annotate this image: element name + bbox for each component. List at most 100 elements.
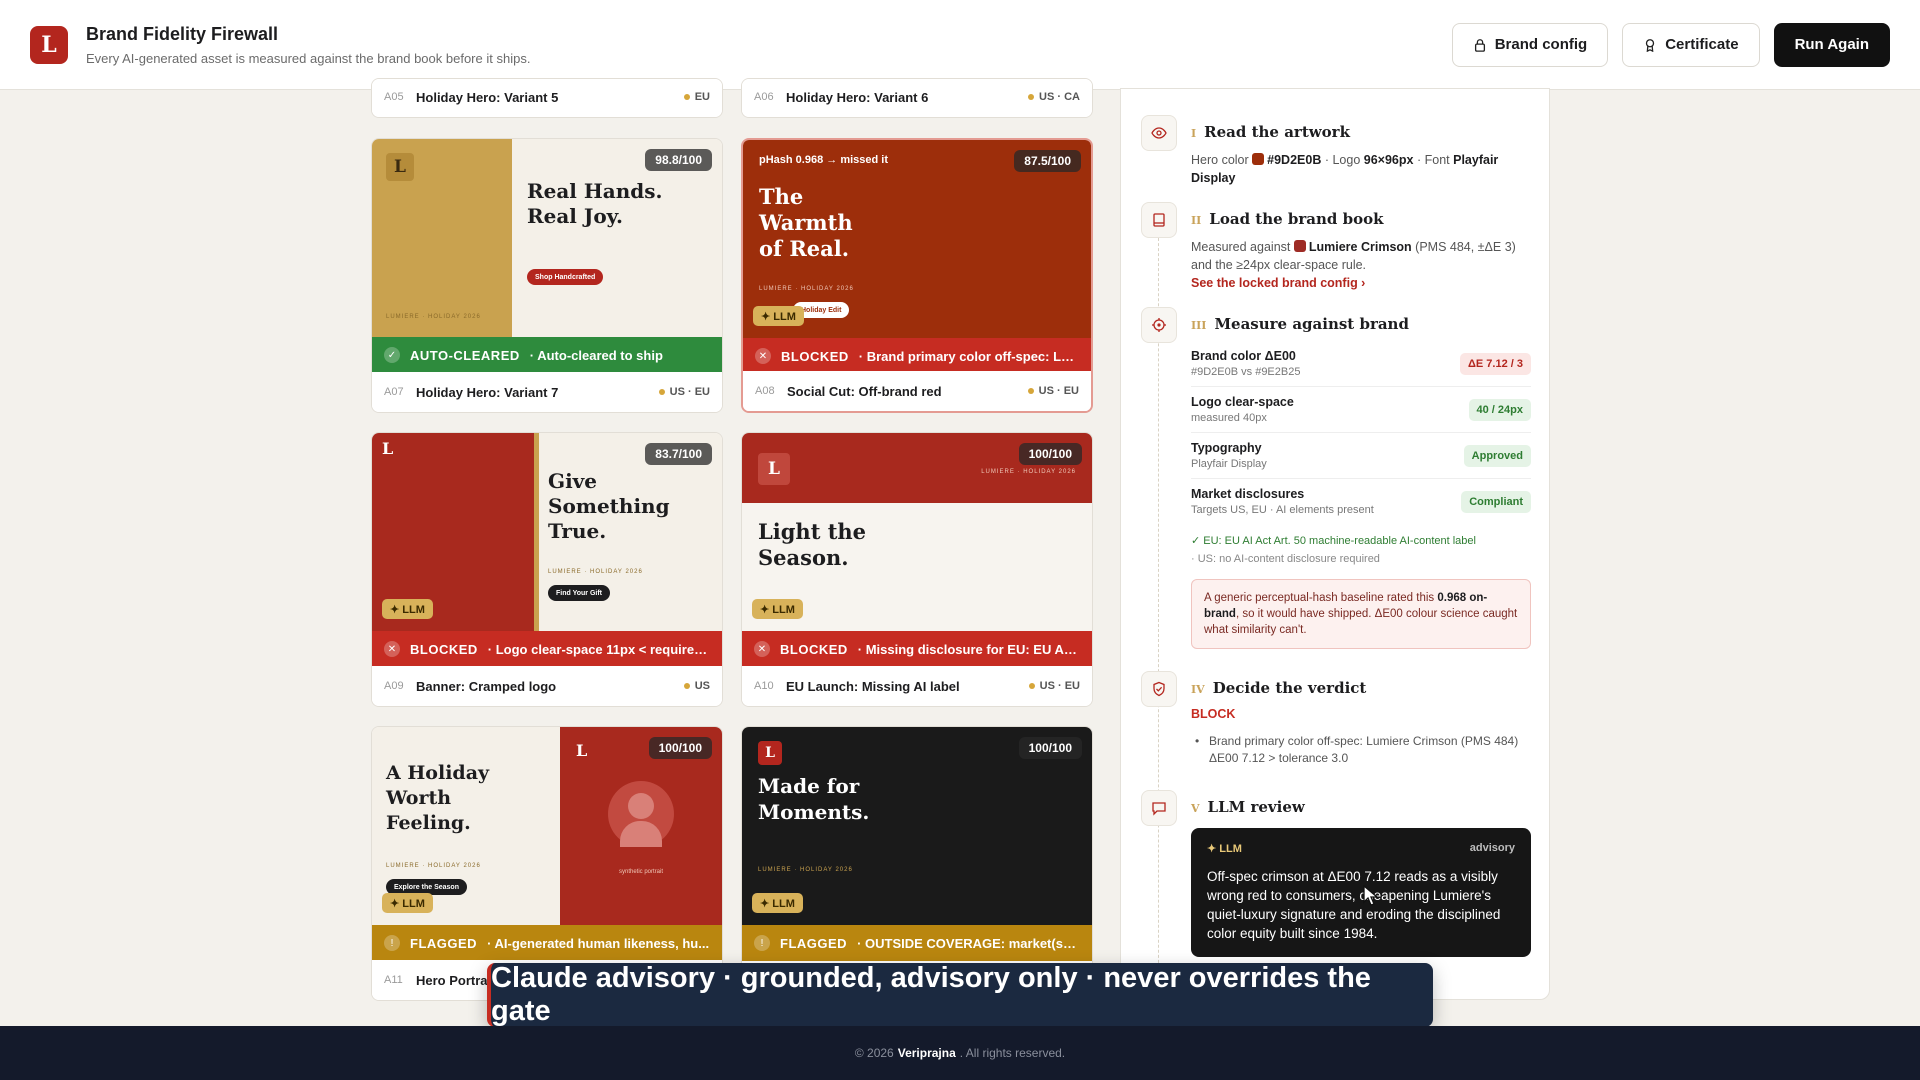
award-icon [1646,38,1655,52]
score-badge: 87.5/100 [1014,150,1081,172]
llm-review-box: ✦ LLM advisory Off-spec crimson at ΔE00 … [1191,828,1531,957]
book-icon [1141,202,1177,238]
step-body: IV Decide the verdict BLOCK Brand primary… [1191,679,1531,767]
measurement-row: Brand color ΔE00 #9D2E0B vs #9E2B25 ΔE 7.… [1191,341,1531,387]
brand-config-link[interactable]: See the locked brand config › [1191,276,1531,290]
advisory-label: advisory [1469,842,1515,854]
asset-card-a07[interactable]: L Real Hands. Real Joy. Shop Handcrafted… [371,138,723,413]
asset-name: Hero Portrait [416,972,496,988]
llm-badge: ✦ LLM [753,306,804,326]
step-title: I Read the artwork [1191,123,1531,141]
x-icon: ✕ [755,348,771,364]
measurement-list: Brand color ΔE00 #9D2E0B vs #9E2B25 ΔE 7.… [1191,341,1531,524]
measurement-row: Market disclosures Targets US, EU · AI el… [1191,479,1531,524]
asset-name: Holiday Hero: Variant 7 [416,384,559,400]
art-headline: Light the Season. [758,519,867,570]
asset-name: EU Launch: Missing AI label [786,678,960,694]
verdict-panel: I Read the artwork Hero color #9D2E0B · L… [1120,88,1550,1000]
card-footer: A07 Holiday Hero: Variant 7 US · EU [372,372,722,412]
art-divider [534,433,539,631]
asset-card-a12[interactable]: L Made for Moments. LUMIERE · HOLIDAY 20… [741,726,1093,1001]
asset-card-a08[interactable]: pHash 0.968 → missed it The Warmth of Re… [741,138,1093,413]
measurement-name: Typography [1191,441,1262,455]
asset-id: A07 [384,386,404,398]
brand-config-button[interactable]: Brand config [1451,22,1609,67]
step-title: III Measure against brand [1191,315,1531,333]
measurement-name: Brand color ΔE00 [1191,349,1296,363]
asset-name: Social Cut: Off-brand red [787,383,942,399]
step-number: I [1191,127,1197,140]
region-dot [1027,388,1034,394]
asset-card-a05[interactable]: A05 Holiday Hero: Variant 5 EU [371,78,723,118]
asset-card-a06[interactable]: A06 Holiday Hero: Variant 6 US · CA [741,78,1093,118]
measurement-row: Logo clear-space measured 40px 40 / 24px [1191,387,1531,433]
hero-color-label: Hero color [1191,153,1249,167]
measurement-badge: 40 / 24px [1468,398,1531,421]
eu-disclosure-note: ✓ EU: EU AI Act Art. 50 machine-readable… [1191,535,1476,547]
status-label: BLOCKED [781,348,849,364]
measurement-name: Logo clear-space [1191,395,1294,409]
status-detail: · OUTSIDE COVERAGE: market(s) J... [857,935,1080,951]
asset-card-a10[interactable]: L LUMIERE · HOLIDAY 2026 Light the Seaso… [741,432,1093,707]
measurement-detail: Playfair Display [1191,458,1267,470]
cursor-icon [1363,885,1379,906]
art-cta: Shop Handcrafted [527,269,604,285]
art-headline: A Holiday Worth Feeling. [386,762,490,834]
asset-id: A10 [754,680,774,692]
region-label: US · EU [1039,680,1080,692]
check-icon: ✓ [384,347,400,363]
x-icon: ✕ [384,641,400,657]
score-badge: 100/100 [1018,737,1082,759]
page-subtitle: Every AI-generated asset is measured aga… [86,50,531,66]
measurement-badge: Compliant [1461,490,1531,513]
status-label: BLOCKED [780,641,848,657]
step-title-text: Read the artwork [1204,123,1350,141]
region-dot [1028,683,1035,689]
step-title-text: Decide the verdict [1212,679,1367,697]
brand-mark: L [576,741,588,760]
asset-id: A11 [384,974,403,986]
shield-check-icon [1141,671,1177,707]
step-title-text: Measure against brand [1214,315,1409,333]
target-icon [1141,307,1177,343]
status-detail: · Missing disclosure for EU: EU AI A... [857,641,1080,657]
step-title-text: LLM review [1207,798,1305,816]
step-number: III [1191,319,1207,332]
brand-text: Brand Fidelity Firewall Every AI-generat… [86,24,530,66]
step-number: IV [1191,683,1205,696]
footer-company: Veriprajna [897,1046,956,1060]
card-footer: A09 Banner: Cramped logo US [372,666,722,706]
status-detail: · Brand primary color off-spec: Lu... [858,348,1079,364]
measurement-info: Logo clear-space measured 40px [1191,395,1294,424]
measurement-info: Market disclosures Targets US, EU · AI el… [1191,487,1374,516]
footer-rights: . All rights reserved. [959,1046,1066,1060]
art-cta: Find Your Gift [548,585,611,601]
app-header: L Brand Fidelity Firewall Every AI-gener… [0,0,1920,90]
us-disclosure-note: · US: no AI-content disclosure required [1191,553,1380,565]
alert-icon: ! [754,935,770,951]
asset-card-a09[interactable]: L Give Something True. LUMIERE · HOLIDAY… [371,432,723,707]
page-title: Brand Fidelity Firewall [86,23,279,44]
x-icon: ✕ [754,641,770,657]
region-label: US · EU [669,386,710,398]
step-title: IV Decide the verdict [1191,679,1531,697]
score-badge: 100/100 [1018,443,1082,465]
logo-size-value: 96×96px [1363,153,1414,167]
phash-alert: A generic perceptual-hash baseline rated… [1191,579,1531,649]
art-tagline: LUMIERE · HOLIDAY 2026 [981,469,1076,475]
step-title-text: Load the brand book [1209,210,1384,228]
header-actions: Brand config Certificate Run Again [1451,22,1890,67]
measurement-detail: Targets US, EU · AI elements present [1191,504,1374,516]
step-body: I Read the artwork Hero color #9D2E0B · L… [1191,123,1531,187]
asset-card-a11[interactable]: L synthetic portrait A Holiday Worth Fee… [371,726,723,1001]
run-again-button[interactable]: Run Again [1773,22,1890,67]
certificate-button[interactable]: Certificate [1622,22,1760,67]
status-bar: ! FLAGGED · OUTSIDE COVERAGE: market(s) … [742,925,1092,961]
page-footer: © 2026 Veriprajna . All rights reserved. [0,1026,1920,1080]
llm-badge: ✦ LLM [382,893,433,913]
asset-name: Banner: Cramped logo [416,678,557,694]
hero-color-swatch [1252,153,1265,165]
brand-color-name: Lumiere Crimson [1308,240,1412,254]
status-bar: ✓ AUTO-CLEARED · Auto-cleared to ship [372,337,722,373]
art-tagline: LUMIERE · HOLIDAY 2026 [386,314,481,320]
